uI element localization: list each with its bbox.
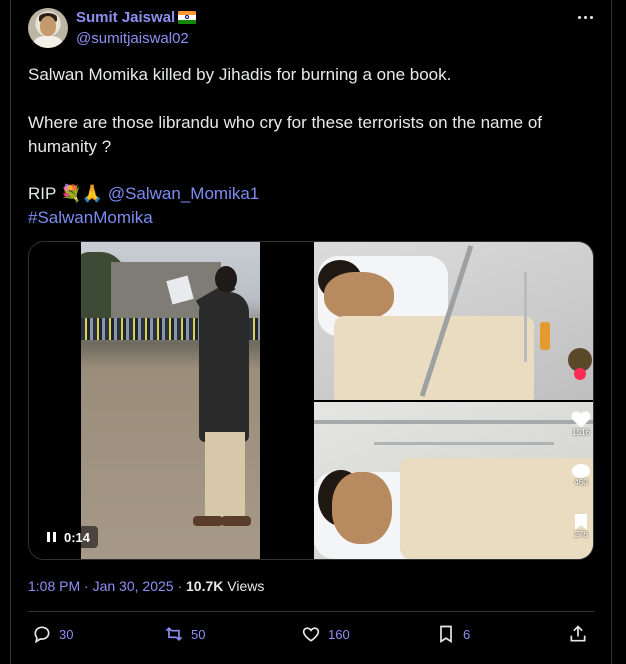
more-options-icon[interactable] <box>574 6 596 28</box>
heart-icon <box>572 412 590 428</box>
meta-separator: · <box>84 578 89 594</box>
tweet-meta: 1:08 PM · Jan 30, 2025 · 10.7K Views <box>28 578 264 594</box>
views-count: 10.7K <box>186 578 224 594</box>
india-flag-icon <box>178 11 196 24</box>
media-grid: 0:14 1516 460 276 <box>28 241 594 560</box>
video-player[interactable]: 0:14 <box>29 242 312 559</box>
overlay-comment: 460 <box>570 464 592 487</box>
overlay-count: 460 <box>574 478 588 487</box>
media-image-hospital-1[interactable] <box>314 242 593 400</box>
tweet-time[interactable]: 1:08 PM <box>28 578 80 594</box>
reply-count: 30 <box>59 626 74 642</box>
avatar[interactable] <box>28 8 68 48</box>
reply-icon <box>34 626 50 644</box>
bookmark-count: 6 <box>463 626 471 642</box>
overlay-count: 276 <box>574 530 588 539</box>
bookmark-icon <box>575 514 587 530</box>
action-bar: 30 50 160 6 <box>28 624 594 648</box>
divider <box>28 611 594 612</box>
tweet-date[interactable]: Jan 30, 2025 <box>93 578 174 594</box>
pause-icon[interactable] <box>47 532 56 542</box>
like-button[interactable]: 160 <box>301 624 350 644</box>
video-time: 0:14 <box>64 529 91 545</box>
video-time-badge[interactable]: 0:14 <box>39 526 99 548</box>
repost-count: 50 <box>191 626 206 642</box>
bookmark-button[interactable]: 6 <box>436 624 470 644</box>
comment-bubble-icon <box>572 464 590 478</box>
tweet-text-line: humanity ? <box>28 137 112 156</box>
like-count: 160 <box>328 626 350 642</box>
meta-separator: · <box>177 578 183 594</box>
author-handle[interactable]: @sumitjaiswal02 <box>76 30 189 47</box>
repost-icon <box>165 626 183 642</box>
tweet-text-line: Salwan Momika killed by Jihadis for burn… <box>28 65 452 84</box>
share-icon <box>570 625 586 642</box>
repost-button[interactable]: 50 <box>164 624 205 644</box>
tweet-text-rip: RIP 💐🙏 @Salwan_Momika1 <box>28 182 259 206</box>
overlay-like: 1516 <box>570 412 592 437</box>
reply-button[interactable]: 30 <box>32 624 73 644</box>
media-image-hospital-2[interactable] <box>314 402 593 559</box>
overlay-bookmark: 276 <box>570 514 592 539</box>
mention-link[interactable]: @Salwan_Momika1 <box>108 184 259 203</box>
share-button[interactable] <box>568 624 588 644</box>
views-label: Views <box>227 578 265 594</box>
rip-text: RIP 💐🙏 <box>28 184 104 203</box>
tweet-text-line: Where are those librandu who cry for the… <box>28 113 543 132</box>
author-name[interactable]: Sumit Jaiswal <box>76 9 175 26</box>
overlay-count: 1516 <box>572 428 590 437</box>
bookmark-icon <box>440 625 452 644</box>
heart-icon <box>302 627 320 642</box>
hashtag-link[interactable]: #SalwanMomika <box>28 206 153 230</box>
